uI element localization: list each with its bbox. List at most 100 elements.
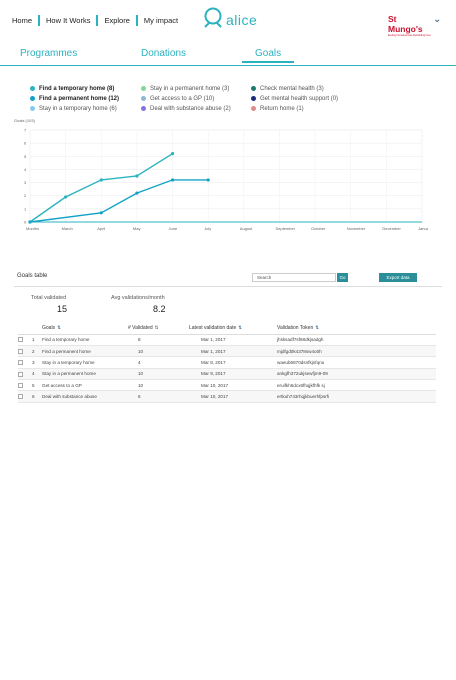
validation-token: eruifkh6dcx6fhqjkfhfk sj — [277, 379, 436, 392]
data-point — [170, 178, 175, 182]
y-axis-label: Goals (103) — [14, 118, 36, 123]
legend-dot-icon — [30, 96, 35, 101]
goal-name: Find a temporary home — [42, 334, 128, 346]
legend-item[interactable]: Find a permanent home (12) — [30, 94, 119, 103]
goals-line-chart: Goals (103) 0 1 2 3 4 5 6 7 Months March April May J… — [14, 118, 428, 231]
legend-label: Return home (1) — [260, 105, 304, 112]
st-mungos-logo: St Mungo's Ending homelessness Rebuildin… — [388, 14, 432, 37]
row-number: 3 — [32, 356, 42, 369]
x-tick-label: Months — [26, 226, 39, 231]
x-tick-label: July — [204, 226, 211, 231]
latest-date: Mar 1, 2017 — [189, 334, 277, 346]
data-point — [170, 152, 175, 156]
validated-count: 6 — [128, 390, 189, 403]
alice-logo-icon — [204, 7, 222, 28]
data-point — [99, 211, 103, 215]
table-row[interactable]: 5 Get access to a GP 10 Mar 10, 2017 eruifkh… — [18, 379, 436, 392]
go-button[interactable]: Go — [337, 273, 348, 282]
tab-donations[interactable]: Donations — [141, 48, 186, 59]
tab-programmes[interactable]: Programmes — [20, 48, 77, 59]
legend-label: Deal with substance abuse (2) — [150, 105, 231, 112]
table-row[interactable]: 6 Deal with substance abuse 6 Mar 10, 2017 e… — [18, 390, 436, 403]
row-number: 2 — [32, 345, 42, 358]
validation-token: mjdfgd0k4378sw4o0h — [277, 345, 436, 358]
legend-dot-icon — [141, 106, 146, 111]
brand-tagline: Ending homelessness Rebuilding lives — [388, 34, 431, 37]
alice-logo[interactable]: alice — [202, 6, 257, 28]
stat-total-validated: Total validated 15 — [31, 295, 67, 314]
legend-label: Stay in a temporary home (6) — [39, 105, 117, 112]
legend-item[interactable]: Return home (1) — [251, 104, 338, 113]
col-validated[interactable]: # Validated ⇅ — [128, 323, 189, 335]
legend-label: Check mental health (3) — [260, 85, 324, 92]
export-data-button[interactable]: Export data — [379, 273, 417, 282]
x-tick-label: August — [240, 226, 253, 231]
latest-date: Mar 10, 2017 — [189, 379, 277, 392]
table-row[interactable]: 4 Stay in a permanent home 10 Mar 9, 2017 an… — [18, 368, 436, 381]
sort-icon[interactable]: ⇅ — [155, 325, 159, 330]
row-number: 4 — [32, 368, 42, 381]
stat-avg-validations: Avg validations/month 8.2 — [111, 295, 166, 314]
legend-item[interactable]: Stay in a permanent home (3) — [141, 84, 231, 93]
data-point — [64, 195, 68, 199]
legend-dot-icon — [251, 106, 256, 111]
legend-dot-icon — [141, 96, 146, 101]
row-checkbox[interactable] — [18, 394, 23, 400]
y-tick-label: 2 — [24, 193, 27, 198]
nav-my-impact[interactable]: My impact — [135, 15, 184, 26]
legend-item[interactable]: Get access to a GP (10) — [141, 94, 231, 103]
goals-table-title: Goals table — [17, 273, 48, 279]
legend-item[interactable]: Find a temporary home (8) — [30, 84, 119, 93]
legend-label: Get access to a GP (10) — [150, 95, 215, 102]
stat-label: Total validated — [31, 295, 67, 301]
tab-bar: Programmes Donations Goals — [0, 44, 456, 66]
x-tick-label: January — [418, 226, 428, 231]
legend-label: Get mental health support (0) — [260, 95, 339, 102]
goal-name: Find a permanent home — [42, 345, 128, 358]
data-point — [135, 174, 139, 178]
y-tick-label: 0 — [24, 220, 27, 225]
data-point — [206, 178, 210, 182]
legend-dot-icon — [30, 106, 35, 111]
legend-dot-icon — [251, 96, 256, 101]
legend-item[interactable]: Stay in a temporary home (6) — [30, 104, 119, 113]
legend-label: Stay in a permanent home (3) — [150, 85, 230, 92]
sort-icon[interactable]: ⇅ — [315, 325, 319, 330]
legend-item[interactable]: Deal with substance abuse (2) — [141, 104, 231, 113]
y-tick-label: 3 — [24, 180, 27, 185]
sort-icon[interactable]: ⇅ — [238, 325, 242, 330]
goal-name: Deal with substance abuse — [42, 390, 128, 403]
x-tick-label: November — [347, 226, 366, 231]
y-tick-label: 5 — [24, 154, 27, 159]
table-row[interactable]: 2 Find a permanent home 10 Mar 1, 2017 mjdfg… — [18, 345, 436, 358]
row-checkbox[interactable] — [18, 382, 23, 388]
col-goals[interactable]: Goals ⇅ — [42, 323, 128, 335]
legend-column-1: Find a temporary home (8) Find a permanen… — [30, 84, 119, 114]
row-checkbox[interactable] — [18, 371, 23, 377]
sort-icon[interactable]: ⇅ — [57, 325, 61, 330]
x-tick-label: June — [169, 226, 178, 231]
legend-item[interactable]: Check mental health (3) — [251, 84, 338, 93]
chevron-down-icon[interactable]: ⌄ — [433, 14, 441, 25]
row-checkbox[interactable] — [18, 337, 23, 343]
table-header-row: Goals ⇅ # Validated ⇅ Latest validation da… — [18, 323, 436, 335]
nav-how-it-works[interactable]: How It Works — [38, 15, 96, 26]
table-row[interactable]: 1 Find a temporary home 8 Mar 1, 2017 jhsksa… — [18, 334, 436, 346]
x-tick-label: September — [275, 226, 295, 231]
latest-date: Mar 9, 2017 — [189, 368, 277, 381]
search-input[interactable]: Search — [252, 273, 336, 282]
col-latest-date[interactable]: Latest validation date ⇅ — [189, 323, 277, 335]
table-row[interactable]: 3 Stay in a temporary home 4 Mar 8, 2017 wae… — [18, 356, 436, 369]
top-bar: Home How It Works Explore My impact alic… — [0, 0, 456, 42]
col-token[interactable]: Validation Token ⇅ — [277, 323, 436, 335]
stat-label: Avg validations/month — [111, 295, 165, 301]
y-tick-label: 7 — [24, 128, 27, 133]
row-checkbox[interactable] — [18, 360, 23, 366]
validation-token: jhsksadf7sf68dkjsadgh — [277, 334, 436, 346]
row-checkbox[interactable] — [18, 348, 23, 354]
tab-goals[interactable]: Goals — [241, 48, 295, 63]
nav-home[interactable]: Home — [12, 15, 38, 26]
nav-explore[interactable]: Explore — [96, 15, 135, 26]
divider — [14, 286, 442, 287]
legend-item[interactable]: Get mental health support (0) — [251, 94, 338, 103]
